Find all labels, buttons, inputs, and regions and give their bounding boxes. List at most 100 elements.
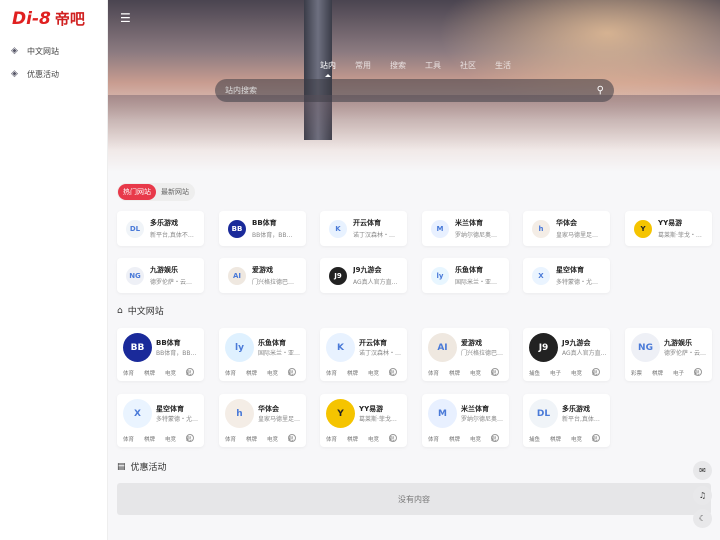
arrow-right-icon[interactable]: › (389, 434, 397, 442)
site-tag[interactable]: 体育 (428, 435, 439, 443)
sidebar-item-promotions[interactable]: ◈ 优惠活动 (0, 63, 108, 86)
tab-community[interactable]: 社区 (460, 60, 476, 71)
sidebar-item-label: 优惠活动 (27, 70, 59, 79)
site-tag[interactable]: 体育 (225, 369, 236, 377)
site-name: 爱游戏 (461, 339, 482, 347)
site-name: 爱游戏 (252, 266, 273, 274)
hot-site-card[interactable]: X 星空体育 多特蒙德・尤… (523, 258, 610, 293)
site-tag[interactable]: 棋牌 (347, 435, 358, 443)
site-tag[interactable]: 棋牌 (246, 435, 257, 443)
tab-site[interactable]: 站内 (320, 60, 336, 77)
site-card[interactable]: M 米兰体育 罗纳尔德尼奥… 体育 棋牌 电竞彩 › (422, 394, 509, 447)
arrow-right-icon[interactable]: › (186, 368, 194, 376)
search-category-tabs: 站内 常用 搜索 工具 社区 生活 (320, 60, 511, 77)
site-tag[interactable]: 体育 (326, 435, 337, 443)
site-tag[interactable]: 电竞 (267, 435, 278, 443)
arrow-right-icon[interactable]: › (288, 368, 296, 376)
site-logo-icon: AI (428, 333, 457, 362)
search-input[interactable] (225, 86, 597, 95)
site-tag[interactable]: 电子 (550, 369, 561, 377)
site-tag[interactable]: 捕鱼 (529, 369, 540, 377)
site-desc: 新平台,真体… (562, 416, 600, 423)
hot-site-card[interactable]: AI 爱游戏 门兴格拉德巴… (219, 258, 306, 293)
hot-site-card[interactable]: h 华体会 皇家马德里足… (523, 211, 610, 246)
site-tag[interactable]: 电竞 (165, 435, 176, 443)
hot-site-card[interactable]: Y YY易游 葛莱斯·菲戈・… (625, 211, 712, 246)
site-tag[interactable]: 体育 (123, 435, 134, 443)
site-tag[interactable]: 棋牌 (449, 435, 460, 443)
site-card[interactable]: K 开云体育 诺丁汉森林・… 体育 棋牌 电竞彩 › (320, 328, 407, 381)
site-desc: 德罗伦萨・云… (664, 350, 707, 357)
arrow-right-icon[interactable]: › (694, 368, 702, 376)
hot-site-card[interactable]: M 米兰体育 罗纳尔德尼奥… (422, 211, 509, 246)
site-name: 乐鱼体育 (455, 266, 483, 274)
site-name: YY易游 (359, 405, 384, 413)
site-tag[interactable]: 棋牌 (449, 369, 460, 377)
site-tag[interactable]: 电竞 (470, 435, 481, 443)
site-card[interactable]: NG 九游娱乐 德罗伦萨・云… 彩票 棋牌 电子彩 › (625, 328, 712, 381)
site-card[interactable]: AI 爱游戏 门兴格拉德巴… 体育 棋牌 电竞彩 › (422, 328, 509, 381)
arrow-right-icon[interactable]: › (491, 434, 499, 442)
hot-site-card[interactable]: ly 乐鱼体育 国际米兰・亚… (422, 258, 509, 293)
wechat-icon[interactable]: ✉ (693, 461, 712, 480)
arrow-right-icon[interactable]: › (288, 434, 296, 442)
hot-site-card[interactable]: J9 J9九游会 AG真人官方直… (320, 258, 407, 293)
site-logo-icon: BB (123, 333, 152, 362)
site-tag[interactable]: 捕鱼 (529, 435, 540, 443)
site-tag[interactable]: 棋牌 (347, 369, 358, 377)
site-tag[interactable]: 棋牌 (652, 369, 663, 377)
site-tag[interactable]: 电竞 (470, 369, 481, 377)
site-desc: 新平台,真体不… (150, 232, 194, 239)
sidebar-item-chinese-sites[interactable]: ◈ 中文网站 (0, 40, 108, 63)
site-tag[interactable]: 电竞 (165, 369, 176, 377)
logo-mark: Di-8 (12, 8, 51, 29)
site-tag[interactable]: 体育 (326, 369, 337, 377)
site-tag[interactable]: 电竞 (368, 435, 379, 443)
site-logo-icon: NG (126, 266, 144, 285)
site-tag[interactable]: 棋牌 (550, 435, 561, 443)
site-tag[interactable]: 电竞 (571, 435, 582, 443)
site-tag[interactable]: 电子 (673, 369, 684, 377)
tab-tools[interactable]: 工具 (425, 60, 441, 71)
arrow-right-icon[interactable]: › (186, 434, 194, 442)
site-tag[interactable]: 体育 (123, 369, 134, 377)
arrow-right-icon[interactable]: › (592, 434, 600, 442)
site-tag[interactable]: 电竞 (267, 369, 278, 377)
site-logo[interactable]: Di-8 帝吧 (12, 8, 85, 29)
tab-new-sites[interactable]: 最新网站 (156, 184, 194, 200)
menu-icon[interactable]: ☰ (120, 12, 131, 24)
site-card[interactable]: X 星空体育 多特蒙德・尤… 体育 棋牌 电竞彩 › (117, 394, 204, 447)
site-tag[interactable]: 棋牌 (144, 435, 155, 443)
tab-life[interactable]: 生活 (495, 60, 511, 71)
arrow-right-icon[interactable]: › (491, 368, 499, 376)
search-icon[interactable]: ⚲ (597, 85, 604, 96)
arrow-right-icon[interactable]: › (592, 368, 600, 376)
dark-mode-icon[interactable]: ☾ (693, 509, 712, 528)
site-card[interactable]: J9 J9九游会 AG真人官方直… 捕鱼 电子 电竞彩 › (523, 328, 610, 381)
site-card[interactable]: ly 乐鱼体育 国际米兰・亚… 体育 棋牌 电竞彩 › (219, 328, 306, 381)
tab-common[interactable]: 常用 (355, 60, 371, 71)
hot-site-card[interactable]: NG 九游娱乐 德罗伦萨・云… (117, 258, 204, 293)
site-tag[interactable]: 体育 (428, 369, 439, 377)
arrow-right-icon[interactable]: › (389, 368, 397, 376)
hot-site-card[interactable]: DL 多乐游戏 新平台,真体不… (117, 211, 204, 246)
empty-text: 没有内容 (398, 494, 430, 504)
site-tag[interactable]: 棋牌 (144, 369, 155, 377)
tab-hot-sites[interactable]: 热门网站 (118, 184, 156, 200)
site-tag[interactable]: 彩票 (631, 369, 642, 377)
tab-search[interactable]: 搜索 (390, 60, 406, 71)
hot-site-card[interactable]: K 开云体育 诺丁汉森林・… (320, 211, 407, 246)
hot-site-card[interactable]: BB BB体育 BB体育，BB… (219, 211, 306, 246)
site-tag[interactable]: 电竞 (368, 369, 379, 377)
site-card[interactable]: Y YY易游 葛莱斯·菲戈… 体育 棋牌 电竞彩 › (320, 394, 407, 447)
site-card[interactable]: h 华体会 皇家马德里足… 体育 棋牌 电竞彩 › (219, 394, 306, 447)
site-desc: 多特蒙德・尤… (156, 416, 199, 423)
site-tag[interactable]: 体育 (225, 435, 236, 443)
site-card[interactable]: BB BB体育 BB体育，BB… 体育 棋牌 电竞彩 › (117, 328, 204, 381)
bell-icon[interactable]: ♫ (693, 486, 712, 505)
site-name: 米兰体育 (455, 219, 483, 227)
site-tag[interactable]: 电竞 (571, 369, 582, 377)
site-name: 米兰体育 (461, 405, 489, 413)
site-card[interactable]: DL 多乐游戏 新平台,真体… 捕鱼 棋牌 电竞彩 › (523, 394, 610, 447)
site-tag[interactable]: 棋牌 (246, 369, 257, 377)
